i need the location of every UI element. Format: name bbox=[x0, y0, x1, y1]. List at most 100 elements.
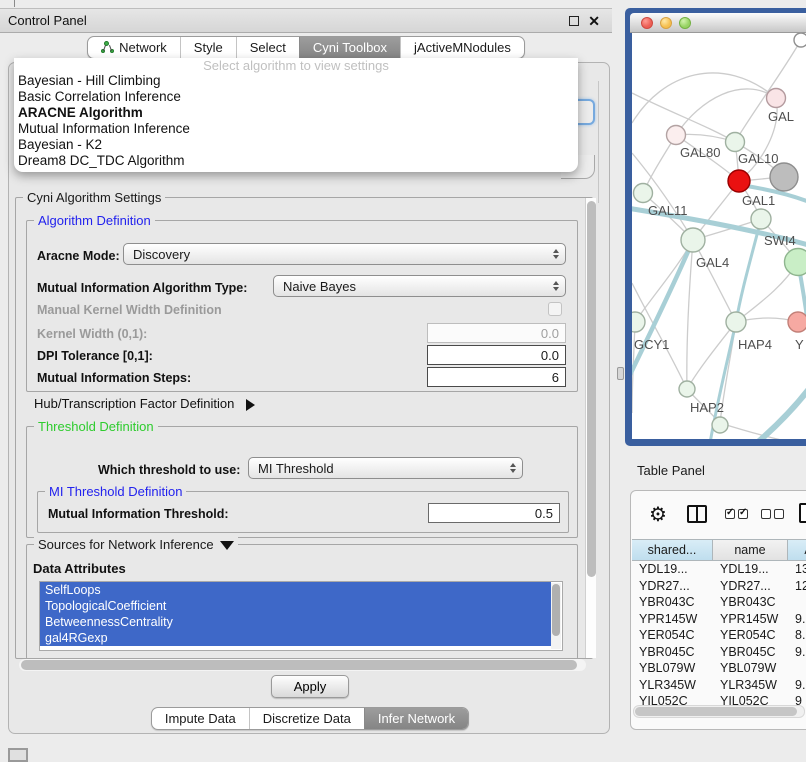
table-cell[interactable]: YLR345W bbox=[713, 677, 788, 694]
tab-discretize-data[interactable]: Discretize Data bbox=[249, 708, 364, 729]
mi-steps-field[interactable]: 6 bbox=[427, 367, 566, 387]
menu-item-selected[interactable]: ARACNE Algorithm bbox=[14, 105, 578, 121]
column-header[interactable]: shared... bbox=[632, 539, 713, 561]
tab-infer-network[interactable]: Infer Network bbox=[364, 708, 468, 729]
close-red-icon[interactable] bbox=[641, 17, 653, 29]
float-icon[interactable] bbox=[569, 16, 579, 26]
aracne-mode-select[interactable]: Discovery bbox=[123, 243, 566, 265]
menu-item[interactable]: Bayesian - K2 bbox=[14, 137, 578, 153]
table-row[interactable]: YBR043C YBR043C bbox=[632, 594, 806, 611]
table-row[interactable]: YDL19... YDL19... 13 bbox=[632, 561, 806, 578]
node-gray[interactable] bbox=[770, 163, 798, 191]
tab-network[interactable]: Network bbox=[88, 37, 180, 58]
zoom-green-icon[interactable] bbox=[679, 17, 691, 29]
which-threshold-label: Which threshold to use: bbox=[98, 463, 240, 477]
node-gal1[interactable] bbox=[751, 209, 771, 229]
page-icon[interactable] bbox=[799, 503, 806, 523]
minimized-panel-icon[interactable] bbox=[8, 748, 28, 762]
node-gcy1[interactable] bbox=[632, 312, 645, 332]
table-row[interactable]: YDR27... YDR27... 12 bbox=[632, 578, 806, 595]
which-threshold-select[interactable]: MI Threshold bbox=[248, 457, 523, 479]
tab-cyni-toolbox[interactable]: Cyni Toolbox bbox=[299, 37, 400, 58]
table-cell[interactable]: YLR345W bbox=[632, 677, 713, 694]
network-canvas[interactable]: GAL GAL80 GAL10 GAL1 GAL11 SWI4 GAL4 GCY… bbox=[632, 33, 806, 439]
list-item[interactable]: SelfLoops bbox=[40, 582, 551, 598]
tab-style[interactable]: Style bbox=[180, 37, 236, 58]
node-hap4[interactable] bbox=[726, 312, 746, 332]
tab-jactivemnodules[interactable]: jActiveMNodules bbox=[400, 37, 524, 58]
node-hap2[interactable] bbox=[679, 381, 695, 397]
node-gal4[interactable] bbox=[681, 228, 705, 252]
table-cell[interactable]: YBL079W bbox=[632, 660, 713, 677]
dpi-tolerance-field[interactable]: 0.0 bbox=[427, 345, 566, 365]
column-view-icon[interactable] bbox=[687, 505, 707, 523]
menu-item[interactable]: Bayesian - Hill Climbing bbox=[14, 73, 578, 89]
settings-gear-icon[interactable]: ⚙ bbox=[649, 502, 667, 527]
table-cell[interactable]: 9. bbox=[788, 644, 806, 661]
table-cell[interactable]: YDL19... bbox=[632, 561, 713, 578]
table-cell[interactable]: YPR145W bbox=[713, 611, 788, 628]
table-row[interactable]: YER054C YER054C 8. bbox=[632, 627, 806, 644]
table-cell[interactable]: YBR043C bbox=[632, 594, 713, 611]
column-header[interactable]: A bbox=[788, 539, 806, 561]
tab-impute-data[interactable]: Impute Data bbox=[152, 708, 249, 729]
mi-threshold-field[interactable]: 0.5 bbox=[428, 503, 560, 523]
table-cell[interactable]: YBR045C bbox=[713, 644, 788, 661]
list-scrollbar[interactable] bbox=[551, 583, 561, 649]
table-cell[interactable]: YER054C bbox=[713, 627, 788, 644]
network-window-titlebar[interactable] bbox=[630, 13, 806, 33]
node-gal11[interactable] bbox=[634, 184, 653, 203]
table-cell[interactable]: 13 bbox=[788, 561, 806, 578]
table-cell[interactable]: YDR27... bbox=[713, 578, 788, 595]
table-cell[interactable]: YBR045C bbox=[632, 644, 713, 661]
column-header[interactable]: name bbox=[713, 539, 788, 561]
table-cell[interactable]: 12 bbox=[788, 578, 806, 595]
table-cell[interactable]: YBR043C bbox=[713, 594, 788, 611]
select-all-icon[interactable] bbox=[725, 509, 748, 519]
table-cell[interactable]: YPR145W bbox=[632, 611, 713, 628]
node-swi4[interactable] bbox=[785, 249, 806, 276]
minimize-yellow-icon[interactable] bbox=[660, 17, 672, 29]
deselect-all-icon[interactable] bbox=[761, 509, 784, 519]
menu-item[interactable]: Dream8 DC_TDC Algorithm bbox=[14, 153, 578, 169]
menu-item[interactable]: Basic Correlation Inference bbox=[14, 89, 578, 105]
table-cell[interactable]: YDL19... bbox=[713, 561, 788, 578]
hub-definition-expander[interactable]: Hub/Transcription Factor Definition bbox=[34, 396, 255, 411]
node-bottom[interactable] bbox=[712, 417, 728, 433]
list-item[interactable]: gal4RGexp bbox=[40, 630, 551, 646]
node-gal10[interactable] bbox=[726, 133, 745, 152]
close-icon[interactable]: ✕ bbox=[588, 16, 600, 26]
node-gal7[interactable] bbox=[767, 89, 786, 108]
list-item[interactable]: BetweennessCentrality bbox=[40, 614, 551, 630]
settings-vertical-scrollbar[interactable] bbox=[585, 198, 596, 658]
list-item[interactable]: TopologicalCoefficient bbox=[40, 598, 551, 614]
table-cell[interactable]: 8. bbox=[788, 627, 806, 644]
table-row[interactable]: YLR345W YLR345W 9. bbox=[632, 677, 806, 694]
node-gal80[interactable] bbox=[667, 126, 686, 145]
settings-horizontal-scrollbar[interactable] bbox=[19, 659, 586, 671]
apply-button[interactable]: Apply bbox=[271, 675, 350, 698]
menu-item[interactable]: Mutual Information Inference bbox=[14, 121, 578, 137]
kernel-width-field[interactable]: 0.0 bbox=[427, 323, 566, 343]
collapse-arrow-icon[interactable] bbox=[220, 541, 234, 550]
table-row[interactable]: YPR145W YPR145W 9. bbox=[632, 611, 806, 628]
table-cell[interactable] bbox=[788, 594, 806, 611]
tab-select[interactable]: Select bbox=[236, 37, 299, 58]
table-cell[interactable]: YER054C bbox=[632, 627, 713, 644]
manual-kernel-width-checkbox[interactable] bbox=[548, 302, 562, 316]
table-horizontal-scrollbar[interactable] bbox=[633, 705, 805, 718]
table-row[interactable]: YBR045C YBR045C 9. bbox=[632, 644, 806, 661]
mi-algorithm-type-select[interactable]: Naive Bayes bbox=[273, 275, 566, 297]
node-partial[interactable] bbox=[794, 33, 806, 47]
data-attributes-list[interactable]: SelfLoops TopologicalCoefficient Between… bbox=[39, 581, 563, 651]
table-cell[interactable] bbox=[788, 660, 806, 677]
table-cell[interactable]: 9. bbox=[788, 677, 806, 694]
table-cell[interactable]: YDR27... bbox=[632, 578, 713, 595]
table-cell[interactable]: YBL079W bbox=[713, 660, 788, 677]
split-divider-handle[interactable] bbox=[617, 367, 624, 380]
node-selected-red[interactable] bbox=[728, 170, 750, 192]
node-y[interactable] bbox=[788, 312, 806, 332]
table-row[interactable]: YBL079W YBL079W bbox=[632, 660, 806, 677]
table-panel-title: Table Panel bbox=[637, 463, 705, 478]
table-cell[interactable]: 9. bbox=[788, 611, 806, 628]
